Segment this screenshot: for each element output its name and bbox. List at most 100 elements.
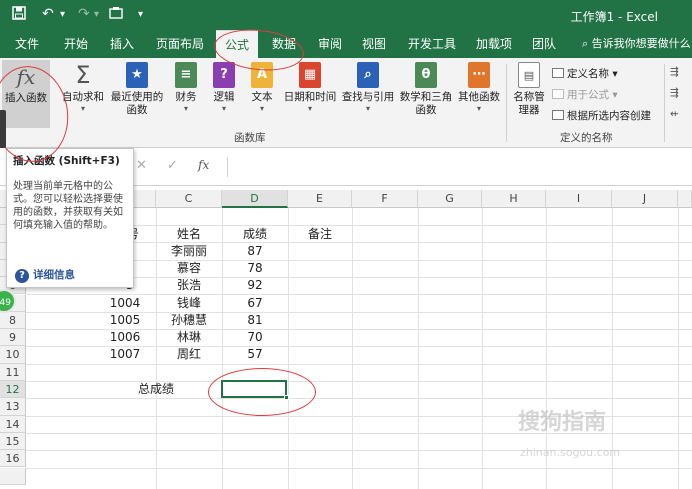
table-cell-name[interactable]: 张浩 xyxy=(156,277,222,294)
more-functions-icon: ⋯ xyxy=(468,62,490,88)
math-trig-label: 数学和三角函数 xyxy=(399,91,453,116)
table-cell-name[interactable]: 李丽丽 xyxy=(156,243,222,260)
gridline xyxy=(482,208,483,489)
name-manager-label: 名称管理器 xyxy=(513,91,545,116)
define-name-icon xyxy=(552,68,564,78)
lookup-reference-button[interactable]: ⌕ 查找与引用 ▾ xyxy=(340,62,396,114)
lookup-icon: ⌕ xyxy=(357,62,379,88)
table-cell-id[interactable]: 1007 xyxy=(100,346,150,363)
row-header[interactable]: 16 xyxy=(0,450,26,468)
tab-file[interactable]: 文件 xyxy=(6,30,48,58)
tell-me-text: 告诉我你想要做什么 xyxy=(591,37,691,50)
touch-mode-icon[interactable] xyxy=(108,6,124,24)
tab-page-layout[interactable]: 页面布局 xyxy=(150,30,210,58)
column-header-j[interactable]: J xyxy=(612,190,678,208)
row-header[interactable] xyxy=(0,467,26,485)
column-header-g[interactable]: G xyxy=(418,190,482,208)
formula-input[interactable] xyxy=(227,157,692,177)
tab-addins[interactable]: 加载项 xyxy=(470,30,518,58)
undo-icon[interactable]: ↶ xyxy=(42,6,54,22)
tell-me-box[interactable]: ⌕ 告诉我你想要做什么 xyxy=(582,30,691,58)
column-header-d[interactable]: D xyxy=(222,190,288,208)
logical-button[interactable]: ? 逻辑 ▾ xyxy=(208,62,240,114)
table-cell-score[interactable]: 78 xyxy=(222,260,288,277)
table-cell-name[interactable]: 林琳 xyxy=(156,329,222,346)
gridline xyxy=(418,208,419,489)
date-time-button[interactable]: ▦ 日期和时间 ▾ xyxy=(282,62,338,114)
math-trig-button[interactable]: θ 数学和三角函数 xyxy=(398,62,454,117)
define-name-label: 定义名称 xyxy=(567,68,609,80)
redo-dropdown-icon: ▾ xyxy=(94,9,100,20)
row-header[interactable]: 8 xyxy=(0,311,26,330)
tab-view[interactable]: 视图 xyxy=(354,30,394,58)
row-header[interactable]: 15 xyxy=(0,432,26,451)
insert-function-fx-icon[interactable]: fx xyxy=(198,158,209,172)
trace-dependents-icon[interactable]: ⇶ xyxy=(670,87,679,99)
column-header-i[interactable]: I xyxy=(546,190,612,208)
row-header[interactable]: 9 xyxy=(0,329,26,347)
watermark-url: zhinan.sogou.com xyxy=(520,446,621,459)
gridline xyxy=(26,398,692,399)
column-header-h[interactable]: H xyxy=(482,190,546,208)
table-cell-name[interactable]: 周红 xyxy=(156,346,222,363)
table-cell-score[interactable]: 70 xyxy=(222,329,288,346)
gridline xyxy=(352,208,353,489)
table-cell-id[interactable]: 1005 xyxy=(100,312,150,329)
name-manager-button[interactable]: ▤ 名称管理器 xyxy=(510,62,548,117)
function-library-group-label: 函数库 xyxy=(234,132,266,144)
table-cell-score[interactable]: 92 xyxy=(222,277,288,294)
financial-button[interactable]: ≡ 财务 ▾ xyxy=(170,62,202,114)
more-functions-button[interactable]: ⋯ 其他函数 ▾ xyxy=(454,62,504,114)
row-header[interactable]: 10 xyxy=(0,346,26,364)
tab-developer[interactable]: 开发工具 xyxy=(402,30,462,58)
column-header-k[interactable] xyxy=(678,190,692,208)
customize-toolbar-icon[interactable]: ▾ xyxy=(138,9,143,20)
table-cell-id[interactable]: 1006 xyxy=(100,329,150,346)
create-from-selection-icon xyxy=(552,110,564,120)
row-header[interactable]: 14 xyxy=(0,415,26,433)
table-cell-score[interactable]: 87 xyxy=(222,243,288,260)
enter-icon: ✓ xyxy=(167,158,178,173)
total-score-label[interactable]: 总成绩 xyxy=(124,381,188,398)
define-name-button[interactable]: 定义名称 ▾ xyxy=(552,66,618,81)
defined-names-group-label: 定义的名称 xyxy=(560,132,613,144)
side-handle[interactable] xyxy=(0,110,6,148)
save-icon[interactable] xyxy=(12,6,26,24)
table-cell-name[interactable]: 孙穗慧 xyxy=(156,312,222,329)
table-cell-score[interactable]: 67 xyxy=(222,295,288,312)
trace-precedents-icon[interactable]: ⇶ xyxy=(670,66,679,78)
tab-review[interactable]: 审阅 xyxy=(310,30,350,58)
tab-team[interactable]: 团队 xyxy=(524,30,564,58)
tooltip-more-info-link[interactable]: ? 详细信息 xyxy=(15,267,75,283)
undo-dropdown-icon[interactable]: ▾ xyxy=(60,9,65,20)
table-cell-name[interactable]: 慕容 xyxy=(156,260,222,277)
create-from-selection-label: 根据所选内容创建 xyxy=(567,110,651,122)
watermark-logo: 搜狗指南 xyxy=(518,404,606,436)
recent-functions-label: 最近使用的函数 xyxy=(110,91,164,116)
create-from-selection-button[interactable]: 根据所选内容创建 xyxy=(552,108,651,123)
table-cell-id[interactable]: 1004 xyxy=(100,295,150,312)
table-cell-name[interactable]: 钱峰 xyxy=(156,295,222,312)
chevron-down-icon: ▾ xyxy=(476,104,481,113)
watermark-text: 搜狗指南 xyxy=(518,410,607,435)
tooltip-link-label: 详细信息 xyxy=(33,269,75,281)
use-in-formula-icon xyxy=(552,89,564,99)
date-time-icon: ▦ xyxy=(299,62,321,88)
tab-insert[interactable]: 插入 xyxy=(102,30,142,58)
column-header-e[interactable]: E xyxy=(288,190,352,208)
row-header-selected[interactable]: 12 xyxy=(0,381,26,399)
column-header-f[interactable]: F xyxy=(352,190,418,208)
table-header-name[interactable]: 姓名 xyxy=(156,226,222,243)
table-cell-score[interactable]: 57 xyxy=(222,346,288,363)
row-header[interactable]: 13 xyxy=(0,398,26,416)
table-header-score[interactable]: 成绩 xyxy=(222,226,288,243)
gridline xyxy=(26,364,692,365)
annotation-ellipse-total-cell xyxy=(208,368,316,416)
tab-home[interactable]: 开始 xyxy=(56,30,96,58)
column-header-c[interactable]: C xyxy=(156,190,222,208)
remove-arrows-icon[interactable]: ⇷ xyxy=(670,108,679,120)
table-header-notes[interactable]: 备注 xyxy=(288,226,352,243)
recent-functions-button[interactable]: ★ 最近使用的函数 xyxy=(108,62,166,117)
table-cell-score[interactable]: 81 xyxy=(222,312,288,329)
row-header[interactable]: 11 xyxy=(0,363,26,381)
